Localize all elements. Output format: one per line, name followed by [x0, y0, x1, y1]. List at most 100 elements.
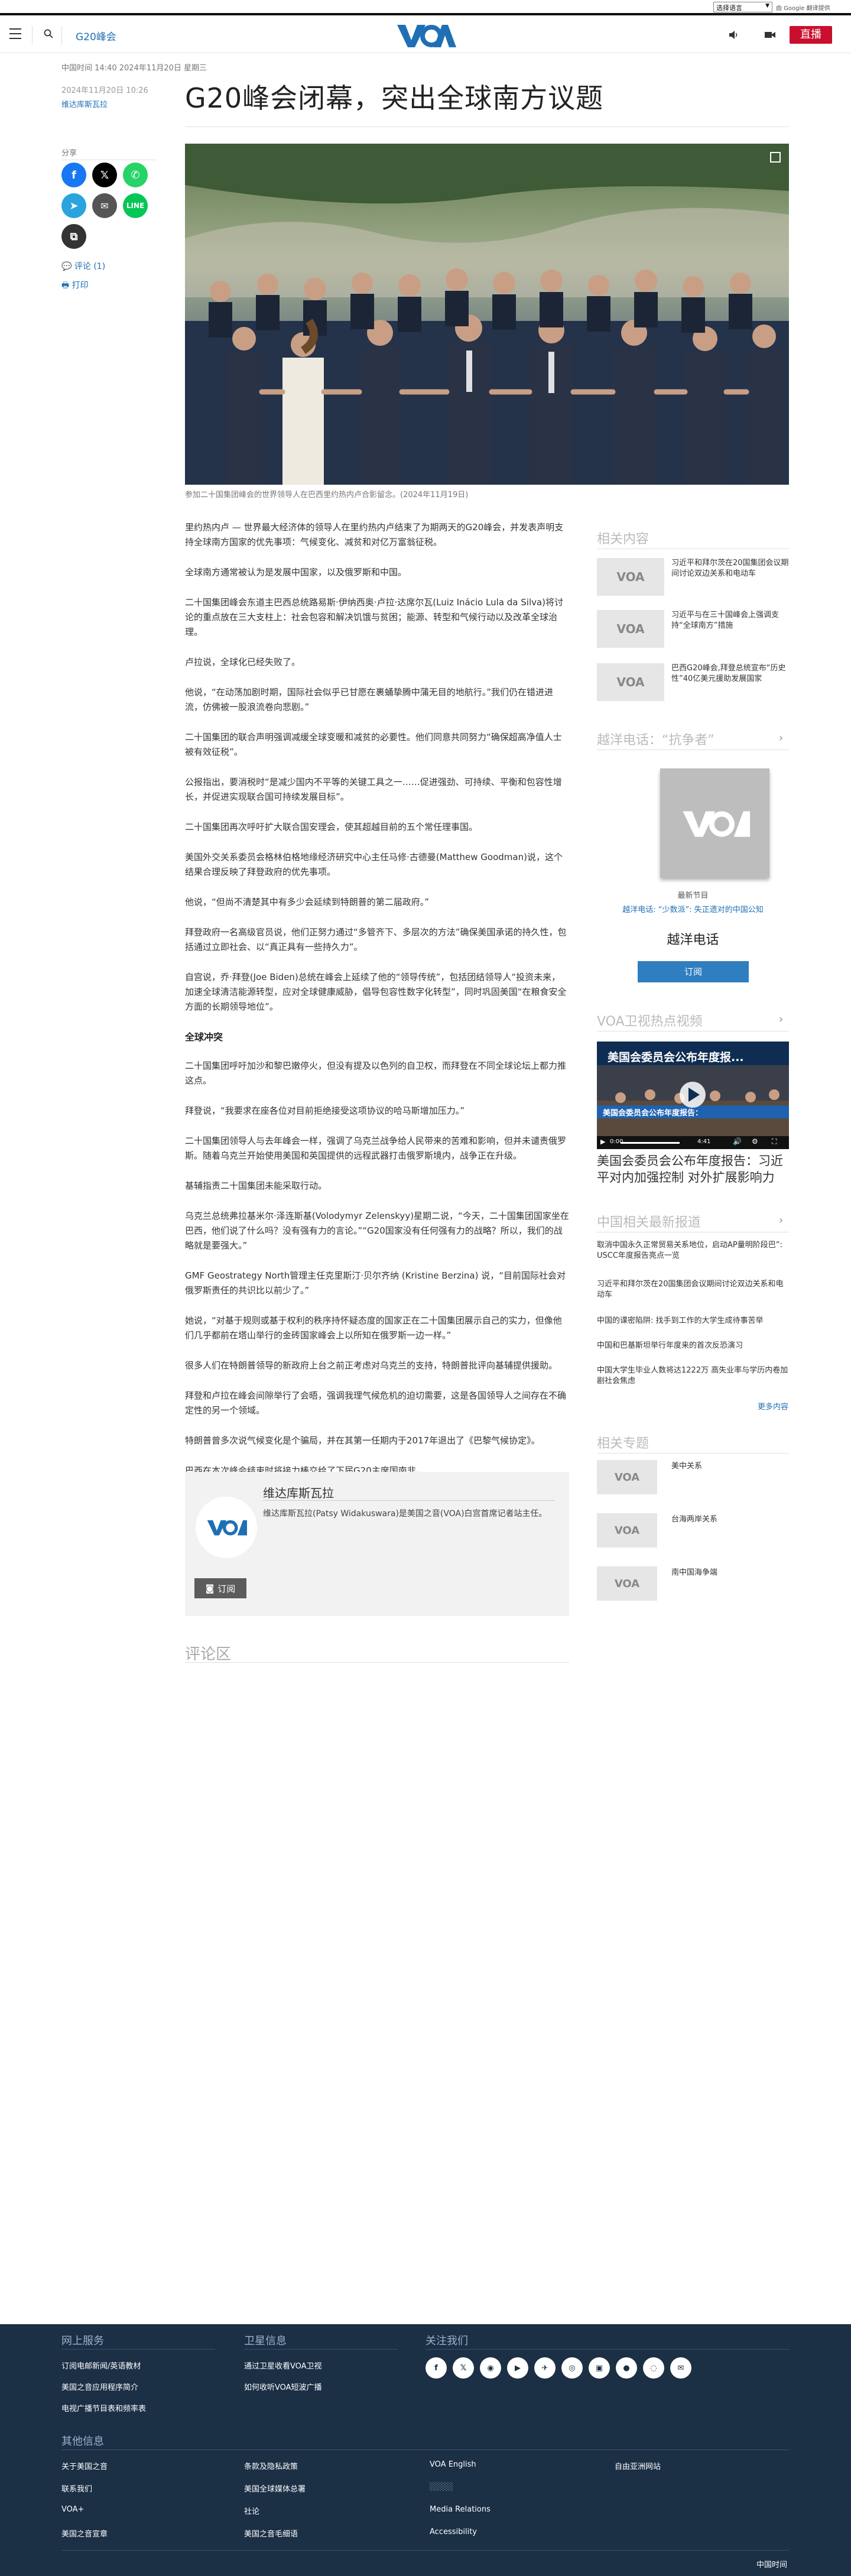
youtube-icon[interactable]: ▶ [507, 2357, 528, 2379]
footer-link[interactable]: 关于美国之音 [61, 2460, 108, 2471]
china-news-link[interactable]: 习近平和拜尔茨在20国集团会议期间讨论双边关系和电动车 [597, 1279, 789, 1300]
comments-link[interactable]: 💬 评论 (1) [61, 260, 105, 272]
related-thumbnail[interactable]: VOA [597, 663, 664, 701]
author-link[interactable]: 维达库斯瓦拉 [61, 98, 108, 109]
footer-link[interactable]: 美国之音宣章 [61, 2528, 108, 2539]
chevron-right-icon[interactable]: › [779, 1214, 783, 1227]
hero-photo[interactable] [185, 144, 789, 485]
footer-link[interactable]: Media Relations [430, 2505, 491, 2514]
china-news-link[interactable]: 中国大学生毕业人数将达1222万 高失业率与学历内卷加剧社会焦虑 [597, 1365, 789, 1387]
telegram-icon[interactable]: ✈ [534, 2357, 556, 2379]
whatsapp-share-icon[interactable]: ✆ [123, 163, 148, 187]
topic-thumbnail[interactable]: VOA [597, 1460, 657, 1494]
footer-link[interactable]: 条款及隐私政策 [244, 2460, 298, 2471]
language-select[interactable]: 选择语言 ▼ [713, 2, 772, 12]
related-thumbnail[interactable]: VOA [597, 558, 664, 596]
article-paragraph: 卢拉说，全球化已经失败了。 [185, 657, 301, 667]
email-icon[interactable]: ✉ [670, 2357, 691, 2379]
topic-thumbnail[interactable]: VOA [597, 1566, 657, 1601]
x-icon[interactable]: 𝕏 [453, 2357, 474, 2379]
expand-icon[interactable] [770, 152, 781, 163]
play-icon[interactable]: ▶ [600, 1138, 605, 1146]
related-link[interactable]: 巴西G20峰会,拜登总统宣布“历史性”40亿美元援助发展国家 [671, 663, 789, 684]
footer-link[interactable]: 订阅电邮新闻/英语教材 [61, 2360, 141, 2371]
search-icon[interactable] [44, 29, 53, 38]
chevron-right-icon[interactable]: › [779, 732, 783, 744]
hamburger-menu-icon[interactable] [9, 28, 21, 39]
mastodon-icon[interactable]: ◌ [643, 2357, 664, 2379]
copy-link-icon[interactable]: ⧉ [61, 224, 86, 249]
radio-subscribe-button[interactable]: 订阅 [638, 961, 749, 982]
print-link[interactable]: 🖶 打印 [61, 279, 89, 293]
video-icon[interactable] [764, 30, 776, 40]
share-label: 分享 [61, 149, 77, 158]
telegram-share-icon[interactable]: ➤ [61, 193, 86, 218]
footer-services-heading: 网上服务 [61, 2335, 104, 2347]
topic-link[interactable]: 美中关系 [671, 1461, 789, 1472]
article-paragraph: 基辅指责二十国集团未能采取行动。 [185, 1180, 327, 1191]
footer-link[interactable]: VOA English [430, 2460, 476, 2469]
section-heading: 全球冲突 [185, 1031, 223, 1043]
voa-logo-icon: VOA [616, 675, 645, 689]
footer-link[interactable]: Accessibility [430, 2528, 477, 2536]
china-news-link[interactable]: 中国的课密陷阱: 找手到工作的大学生成待事苦举 [597, 1316, 789, 1326]
rss-icon[interactable]: ● [616, 2357, 637, 2379]
author-avatar[interactable] [196, 1497, 257, 1558]
footer-link[interactable]: 自由亚洲网站 [615, 2460, 661, 2471]
audio-icon[interactable] [728, 30, 739, 40]
facebook-icon[interactable]: f [426, 2357, 447, 2379]
related-link[interactable]: 习近平和拜尔茨在20国集团会议期间讨论双边关系和电动车 [671, 558, 789, 579]
voa-logo-icon: VOA [614, 1471, 640, 1484]
voa-logo-icon [682, 811, 750, 837]
live-button[interactable]: 直播 [790, 26, 832, 44]
china-news-heading[interactable]: 中国相关最新报道 [597, 1212, 701, 1231]
video-heading[interactable]: VOA卫视热点视频 [597, 1011, 703, 1030]
chevron-right-icon[interactable]: › [779, 1013, 783, 1026]
current-time: 中国时间 14:40 2024年11月20日 星期三 [61, 64, 207, 73]
topic-thumbnail[interactable]: VOA [597, 1513, 657, 1547]
video-player[interactable]: 美国会委员会公布年度报... 美国会委员会公布年度报告： ▶ 0:00 4:41… [597, 1042, 789, 1149]
settings-icon[interactable]: ⚙ [752, 1137, 758, 1146]
author-subscribe-label: 订阅 [217, 1583, 236, 1594]
radio-heading[interactable]: 越洋电话：“抗争者” [597, 729, 714, 748]
footer-link[interactable]: 联系我们 [61, 2483, 92, 2494]
x-share-icon[interactable]: 𝕏 [92, 163, 117, 187]
threads-icon[interactable]: ◎ [561, 2357, 583, 2379]
footer-link[interactable]: 如何收听VOA短波广播 [244, 2381, 322, 2392]
line-share-icon[interactable]: LINE [123, 193, 148, 218]
fullscreen-icon[interactable]: ⛶ [772, 1137, 777, 1146]
footer-link[interactable]: 电视广播节目表和频率表 [61, 2402, 146, 2413]
video-overlay-title: 美国会委员会公布年度报... [608, 1051, 744, 1064]
footer-other-heading: 其他信息 [61, 2435, 104, 2448]
related-link[interactable]: 习近平与在三十国峰会上强调支持“全球南方”措施 [671, 610, 789, 631]
topic-link[interactable]: 南中国海争端 [671, 1568, 789, 1578]
radio-episode-link[interactable]: 越洋电话: “少数派”: 失正遗对的中国公知 [597, 903, 789, 914]
more-news-link[interactable]: 更多内容 [758, 1400, 788, 1412]
video-headline-link[interactable]: 美国会委员会公布年度报告：习近平对内加强控制 对外扩展影响力 [597, 1153, 789, 1186]
footer-link[interactable]: 美国之音应用程序简介 [61, 2381, 138, 2392]
author-subscribe-button[interactable]: ◙ 订阅 [194, 1578, 246, 1598]
volume-icon[interactable]: 🔊 [733, 1137, 742, 1146]
radio-program-art[interactable] [660, 768, 769, 878]
footer-link[interactable]: VOA+ [61, 2505, 84, 2514]
china-news-link[interactable]: 中国和巴基斯坦举行年度来的首次反恐演习 [597, 1341, 789, 1351]
voa-logo[interactable] [395, 22, 456, 48]
podcast-icon[interactable]: ▣ [589, 2357, 610, 2379]
section-link[interactable]: G20峰会 [76, 28, 116, 43]
footer-link[interactable]: 美国全球媒体总署 [244, 2483, 306, 2494]
china-news-link[interactable]: 取消中国永久正常贸易关系地位，启动AP量明阶段巴”: USCC年度报告亮点一览 [597, 1240, 789, 1261]
author-box-name[interactable]: 维达库斯瓦拉 [263, 1484, 334, 1501]
article-paragraph: 拜登和卢拉在峰会间隙举行了会晤，强调我理气候危机的迫切需要，这是各国领导人之间存… [185, 1390, 567, 1416]
instagram-icon[interactable]: ◉ [480, 2357, 501, 2379]
radio-name: 越洋电话 [667, 933, 719, 948]
footer-divider [244, 2349, 398, 2350]
related-thumbnail[interactable]: VOA [597, 610, 664, 648]
facebook-share-icon[interactable]: f [61, 163, 86, 187]
footer-link[interactable]: 社论 [244, 2505, 259, 2516]
footer-link[interactable]: 通过卫星收看VOA卫视 [244, 2360, 322, 2371]
footer-link[interactable]: ░░░░ [430, 2483, 453, 2491]
email-share-icon[interactable]: ✉ [92, 193, 117, 218]
topic-link[interactable]: 台海两岸关系 [671, 1514, 789, 1525]
footer-link[interactable]: 美国之音毛细语 [244, 2528, 298, 2539]
google-translate-label[interactable]: 由 Google 翻译提供 [776, 3, 830, 12]
